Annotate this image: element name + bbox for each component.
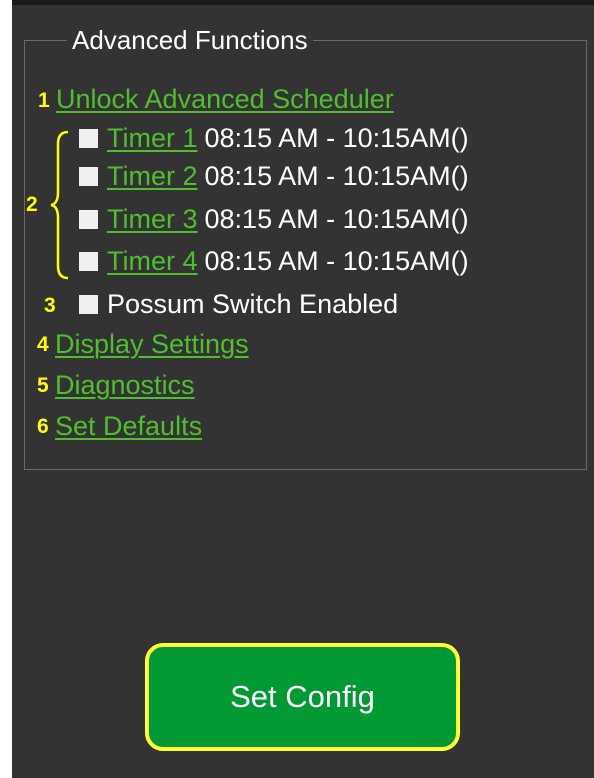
timer-row-3: Timer 3 08:15 AM - 10:15AM() [79, 203, 469, 235]
timer-1-range: 08:15 AM - 10:15AM() [204, 123, 469, 153]
section-title: Advanced Functions [67, 25, 313, 55]
annotation-marker-1: 1 [38, 89, 50, 112]
timer-group-brace [50, 130, 69, 280]
annotation-marker-5: 5 [37, 374, 49, 397]
timer-1-checkbox[interactable] [79, 128, 98, 148]
set-config-button[interactable]: Set Config [145, 643, 460, 751]
possum-switch-row: Possum Switch Enabled [79, 288, 398, 320]
annotation-marker-4: 4 [37, 333, 49, 356]
annotation-marker-6: 6 [37, 415, 49, 438]
possum-switch-checkbox[interactable] [79, 294, 98, 314]
timer-3-range: 08:15 AM - 10:15AM() [204, 204, 469, 234]
timer-4-range: 08:15 AM - 10:15AM() [204, 246, 469, 276]
timer-1-link[interactable]: Timer 1 [107, 122, 198, 154]
timer-4-checkbox[interactable] [79, 251, 98, 271]
timer-2-range: 08:15 AM - 10:15AM() [204, 161, 469, 191]
timer-2-checkbox[interactable] [79, 166, 98, 186]
timer-3-checkbox[interactable] [79, 209, 98, 229]
timer-row-2: Timer 2 08:15 AM - 10:15AM() [79, 160, 469, 192]
display-settings-link[interactable]: Display Settings [55, 328, 249, 360]
annotation-marker-2: 2 [26, 193, 38, 216]
annotation-marker-3: 3 [44, 294, 56, 317]
timer-3-link[interactable]: Timer 3 [107, 203, 198, 235]
timer-row-4: Timer 4 08:15 AM - 10:15AM() [79, 245, 469, 277]
timer-4-link[interactable]: Timer 4 [107, 245, 198, 277]
diagnostics-link[interactable]: Diagnostics [55, 369, 195, 401]
timer-row-1: Timer 1 08:15 AM - 10:15AM() [79, 122, 469, 154]
possum-switch-label: Possum Switch Enabled [107, 289, 399, 319]
set-defaults-link[interactable]: Set Defaults [55, 410, 202, 442]
unlock-advanced-scheduler-link[interactable]: Unlock Advanced Scheduler [56, 83, 394, 115]
timer-2-link[interactable]: Timer 2 [107, 160, 198, 192]
